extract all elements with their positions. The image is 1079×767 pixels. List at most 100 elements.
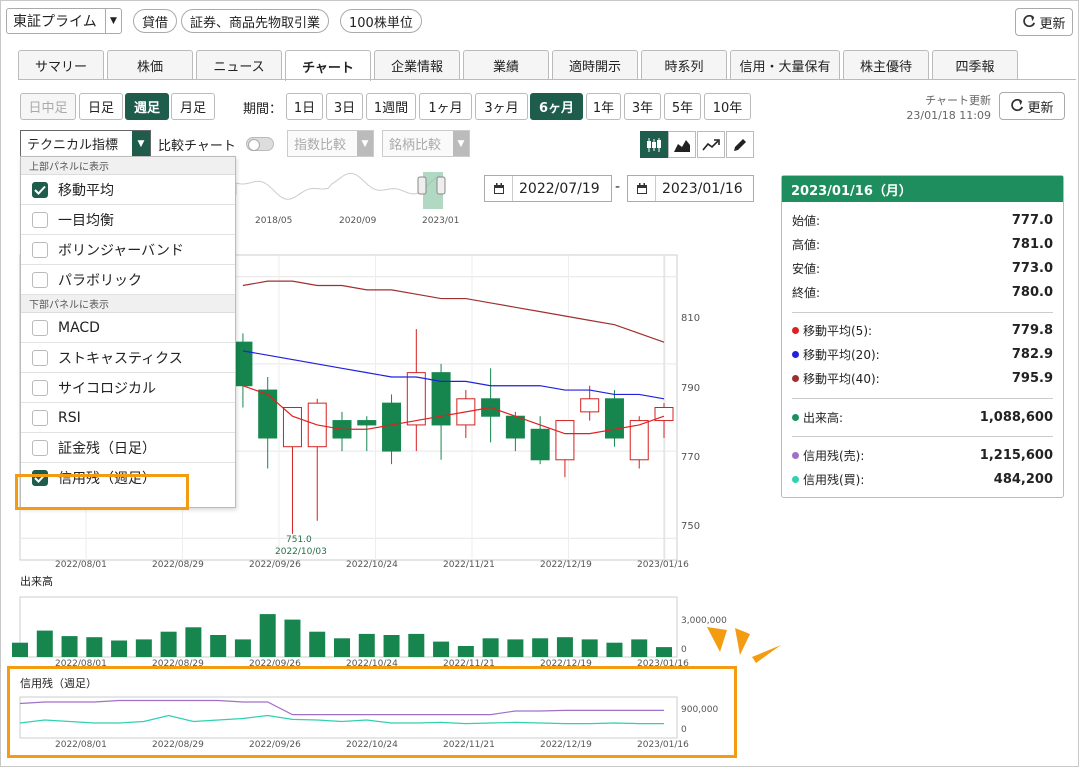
menu-item-label: ストキャスティクス xyxy=(58,350,183,367)
x-axis-label: 2022/08/01 xyxy=(55,560,107,570)
overview-label: 2018/05 xyxy=(255,216,292,226)
menu-item-label: RSI xyxy=(58,409,81,426)
volume-bar xyxy=(408,633,425,657)
price-tick: 790 xyxy=(681,383,700,394)
volume-bar xyxy=(606,642,623,657)
menu-item-ichimoku[interactable]: 一目均衡 xyxy=(21,205,235,235)
volume-bar xyxy=(111,640,128,657)
margin-sell-dot-icon xyxy=(792,451,799,459)
candle-body xyxy=(357,420,377,426)
volume-bar xyxy=(334,638,350,657)
info-divider xyxy=(792,398,1053,399)
volume-bar xyxy=(284,619,301,657)
candle-body xyxy=(382,402,402,452)
volume-bar xyxy=(36,630,53,657)
volume-bar xyxy=(309,631,326,657)
checkbox-icon[interactable] xyxy=(32,379,48,396)
quote-info-panel: 2023/01/16（月） 始値: 777.0 高値: 781.0 安値: 773.0… xyxy=(781,175,1064,498)
menu-item-macd[interactable]: MACD xyxy=(21,313,235,343)
info-ma40-label: 移動平均(40): xyxy=(803,371,880,386)
volume-bar xyxy=(581,639,598,657)
info-ma5: 移動平均(5): 779.8 xyxy=(792,320,1053,340)
info-ma5-label: 移動平均(5): xyxy=(803,323,873,338)
checkbox-icon[interactable] xyxy=(32,319,48,336)
candle-body xyxy=(580,398,600,413)
info-open-value: 777.0 xyxy=(1011,212,1053,228)
menu-item-stochastics[interactable]: ストキャスティクス xyxy=(21,343,235,373)
candle-body xyxy=(555,420,575,461)
volume-tick: 3,000,000 xyxy=(681,616,727,626)
checkbox-icon[interactable] xyxy=(32,241,48,258)
info-margin-buy-value: 484,200 xyxy=(993,471,1053,487)
volume-bar xyxy=(556,637,573,657)
candle-body xyxy=(604,398,624,439)
info-volume: 出来高: 1,088,600 xyxy=(792,407,1053,427)
x-axis-label: 2022/11/21 xyxy=(443,560,495,570)
margin-buy-dot-icon xyxy=(792,475,799,483)
overview-left-handle[interactable] xyxy=(417,176,427,195)
candle-body xyxy=(258,389,278,439)
ma20-line xyxy=(242,350,665,400)
menu-item-moving-average[interactable]: 移動平均 xyxy=(21,175,235,205)
overview-right-handle[interactable] xyxy=(436,176,446,195)
info-divider xyxy=(792,436,1053,437)
checkbox-icon[interactable] xyxy=(32,349,48,366)
volume-bar xyxy=(259,614,276,657)
volume-bar xyxy=(135,639,152,657)
low-annotation-date: 2022/10/03 xyxy=(275,547,327,557)
candle-body xyxy=(406,372,426,426)
info-margin-sell-label: 信用残(売): xyxy=(803,448,865,463)
menu-item-rsi[interactable]: RSI xyxy=(21,403,235,433)
volume-bar xyxy=(358,633,375,657)
volume-bar xyxy=(86,637,103,657)
menu-item-label: 一目均衡 xyxy=(58,212,114,229)
volume-bar xyxy=(61,636,78,657)
volume-bar xyxy=(12,642,28,657)
menu-item-parabolic[interactable]: パラボリック xyxy=(21,265,235,295)
ma20-dot-icon xyxy=(792,350,799,358)
overview-navigator[interactable]: 2018/05 2020/09 2023/01 xyxy=(235,172,459,226)
price-tick: 750 xyxy=(681,521,700,532)
info-open-label: 始値: xyxy=(792,213,821,228)
ma40-line xyxy=(242,280,665,343)
info-open: 始値: 777.0 xyxy=(792,210,1053,230)
info-ma40-value: 795.9 xyxy=(1011,370,1053,386)
volume-tick: 0 xyxy=(681,645,687,655)
candle-body xyxy=(282,407,302,448)
checkbox-icon[interactable] xyxy=(32,439,48,456)
volume-bar xyxy=(433,641,450,657)
menu-item-highlight xyxy=(15,474,189,510)
info-margin-buy-label: 信用残(買): xyxy=(803,472,865,487)
menu-item-psychological[interactable]: サイコロジカル xyxy=(21,373,235,403)
checkbox-checked-icon[interactable] xyxy=(32,181,48,198)
info-volume-value: 1,088,600 xyxy=(979,409,1053,425)
info-high-label: 高値: xyxy=(792,237,821,252)
volume-bar xyxy=(160,631,177,657)
info-ma20: 移動平均(20): 782.9 xyxy=(792,344,1053,364)
info-close-value: 780.0 xyxy=(1011,284,1053,300)
callout-marks-right xyxy=(707,627,781,663)
info-high-value: 781.0 xyxy=(1011,236,1053,252)
price-tick: 810 xyxy=(681,313,700,324)
x-axis-label: 2022/12/19 xyxy=(540,560,592,570)
info-margin-buy: 信用残(買): 484,200 xyxy=(792,469,1053,489)
menu-section-upper: 上部パネルに表示 xyxy=(21,157,235,175)
volume-bar xyxy=(457,646,474,657)
info-close: 終値: 780.0 xyxy=(792,282,1053,302)
info-ma5-value: 779.8 xyxy=(1011,322,1053,338)
info-volume-label: 出来高: xyxy=(803,410,844,425)
menu-item-bollinger[interactable]: ボリンジャーバンド xyxy=(21,235,235,265)
checkbox-icon[interactable] xyxy=(32,211,48,228)
checkbox-icon[interactable] xyxy=(32,409,48,426)
info-low-label: 安値: xyxy=(792,261,821,276)
menu-item-label: パラボリック xyxy=(58,272,142,289)
volume-bar xyxy=(532,638,549,657)
info-date: 2023/01/16（月） xyxy=(782,176,1063,202)
menu-item-label: サイコロジカル xyxy=(58,380,156,397)
info-low-value: 773.0 xyxy=(1011,260,1053,276)
volume-bar xyxy=(234,639,251,657)
info-divider xyxy=(792,312,1053,313)
volume-bar xyxy=(656,647,672,657)
menu-item-shokin[interactable]: 証金残（日足） xyxy=(21,433,235,463)
checkbox-icon[interactable] xyxy=(32,271,48,288)
